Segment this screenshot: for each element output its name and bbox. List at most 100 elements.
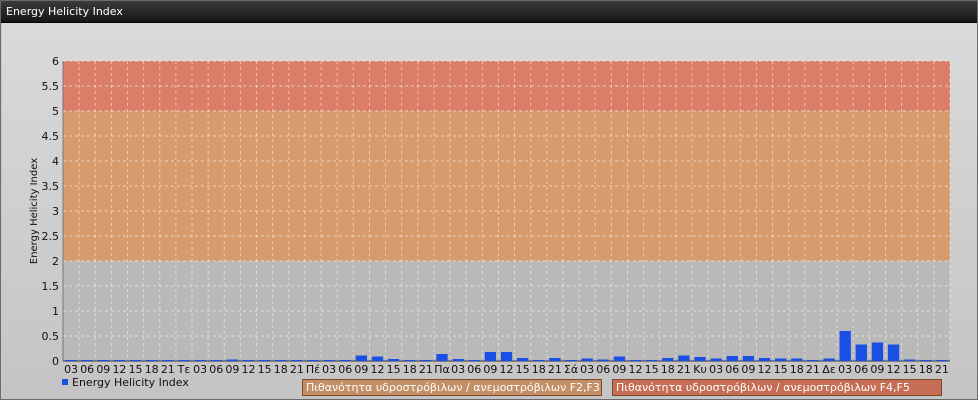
bar-9 — [210, 360, 222, 361]
x-tick-46: 21 — [806, 363, 820, 376]
bar-26 — [484, 352, 497, 361]
x-tick-13: 18 — [274, 363, 288, 376]
title-bar: Energy Helicity Index — [1, 1, 977, 23]
bar-37 — [662, 358, 674, 361]
bar-18 — [355, 355, 367, 361]
bar-33 — [597, 359, 609, 361]
x-tick-5: 18 — [145, 363, 159, 376]
x-ticks: 03 06 09 12 15 18 21 Τε 03 06 09 12 15 18 21 Πέ 03 06 09 12… — [64, 363, 949, 376]
bar-29 — [533, 360, 545, 361]
x-tick-11: 12 — [241, 363, 255, 376]
bar-1 — [81, 360, 93, 361]
chart-area: 0 0.5 1 1.5 2 2.5 3 3.5 4 4.5 5 5.5 6 03 06 09 12 15 18 21… — [2, 23, 977, 399]
bar-31 — [565, 360, 577, 361]
bar-21 — [404, 360, 416, 361]
bar-17 — [339, 360, 351, 361]
bar-11 — [242, 360, 255, 361]
x-tick-36: 15 — [645, 363, 659, 376]
bar-20 — [387, 359, 400, 361]
y-tick-10: 5 — [52, 105, 59, 118]
x-tick-54: 21 — [935, 363, 949, 376]
bar-39 — [694, 357, 706, 361]
bar-45 — [791, 358, 803, 361]
x-tick-40: 03 — [709, 363, 723, 376]
bar-23 — [436, 354, 448, 361]
bar-6 — [162, 360, 174, 361]
bar-24 — [452, 359, 464, 361]
bar-36 — [646, 360, 658, 361]
x-tick-10: 09 — [225, 363, 239, 376]
x-tick-33: 06 — [596, 363, 610, 376]
x-tick-28: 15 — [516, 363, 530, 376]
bar-50 — [871, 342, 884, 361]
bar-40 — [710, 358, 722, 361]
bar-47 — [823, 358, 835, 361]
bar-22 — [420, 360, 432, 361]
bar-14 — [291, 360, 303, 361]
bar-12 — [258, 360, 271, 361]
x-tick-21: 18 — [403, 363, 417, 376]
x-tick-24: 03 — [451, 363, 465, 376]
x-tick-2: 09 — [96, 363, 110, 376]
x-tick-27: 12 — [500, 363, 514, 376]
bar-49 — [855, 344, 867, 361]
y-tick-12: 6 — [52, 55, 59, 68]
bar-34 — [613, 356, 626, 361]
bar-48 — [839, 331, 851, 361]
y-tick-7: 3.5 — [42, 180, 60, 193]
bar-19 — [371, 356, 384, 361]
y-tick-4: 2 — [52, 255, 59, 268]
y-axis-label: Energy Helicity Index — [29, 158, 40, 264]
bar-3 — [113, 360, 126, 361]
x-tick-49: 06 — [854, 363, 868, 376]
x-tick-25: 06 — [467, 363, 481, 376]
x-tick-4: 15 — [129, 363, 143, 376]
y-tick-1: 0.5 — [42, 330, 60, 343]
bar-32 — [581, 358, 593, 361]
x-tick-34: 09 — [612, 363, 626, 376]
bar-46 — [807, 360, 819, 361]
x-tick-0: 03 — [64, 363, 78, 376]
x-tick-41: 06 — [725, 363, 739, 376]
y-tick-8: 4 — [52, 155, 59, 168]
x-tick-8: 03 — [193, 363, 207, 376]
y-tick-11: 5.5 — [42, 80, 60, 93]
y-tick-3: 1.5 — [42, 280, 60, 293]
bar-54 — [936, 360, 948, 361]
x-tick-12: 15 — [258, 363, 272, 376]
x-tick-30: 21 — [548, 363, 562, 376]
x-tick-31: Σά — [564, 363, 578, 376]
x-tick-45: 18 — [790, 363, 804, 376]
bar-43 — [758, 358, 771, 361]
bar-8 — [194, 360, 206, 361]
legend-swatch — [62, 379, 68, 385]
x-tick-48: 03 — [838, 363, 852, 376]
bar-53 — [920, 360, 932, 361]
y-tick-9: 4.5 — [42, 130, 60, 143]
y-ticks: 0 0.5 1 1.5 2 2.5 3 3.5 4 4.5 5 5.5 6 — [42, 55, 60, 368]
band-legend-f4f5: Πιθανότητα υδροστρόβιλων / ανεμοστρόβιλω… — [612, 379, 942, 396]
x-tick-37: 18 — [661, 363, 675, 376]
bar-42 — [742, 356, 755, 361]
x-tick-43: 12 — [758, 363, 772, 376]
bar-27 — [500, 352, 513, 361]
x-tick-39: Κυ — [693, 363, 707, 376]
bar-4 — [129, 360, 142, 361]
x-tick-9: 06 — [209, 363, 223, 376]
bar-13 — [275, 360, 287, 361]
bar-52 — [904, 359, 916, 361]
x-tick-16: 03 — [322, 363, 336, 376]
bar-44 — [775, 358, 787, 361]
bar-30 — [549, 358, 561, 361]
y-tick-6: 3 — [52, 205, 59, 218]
bar-7 — [178, 360, 190, 361]
x-tick-17: 06 — [338, 363, 352, 376]
y-tick-0: 0 — [52, 355, 59, 368]
x-tick-38: 21 — [677, 363, 691, 376]
bar-35 — [629, 360, 642, 361]
x-tick-29: 18 — [532, 363, 546, 376]
x-tick-19: 12 — [370, 363, 384, 376]
x-tick-6: 21 — [161, 363, 175, 376]
x-tick-20: 15 — [387, 363, 401, 376]
x-tick-52: 15 — [903, 363, 917, 376]
